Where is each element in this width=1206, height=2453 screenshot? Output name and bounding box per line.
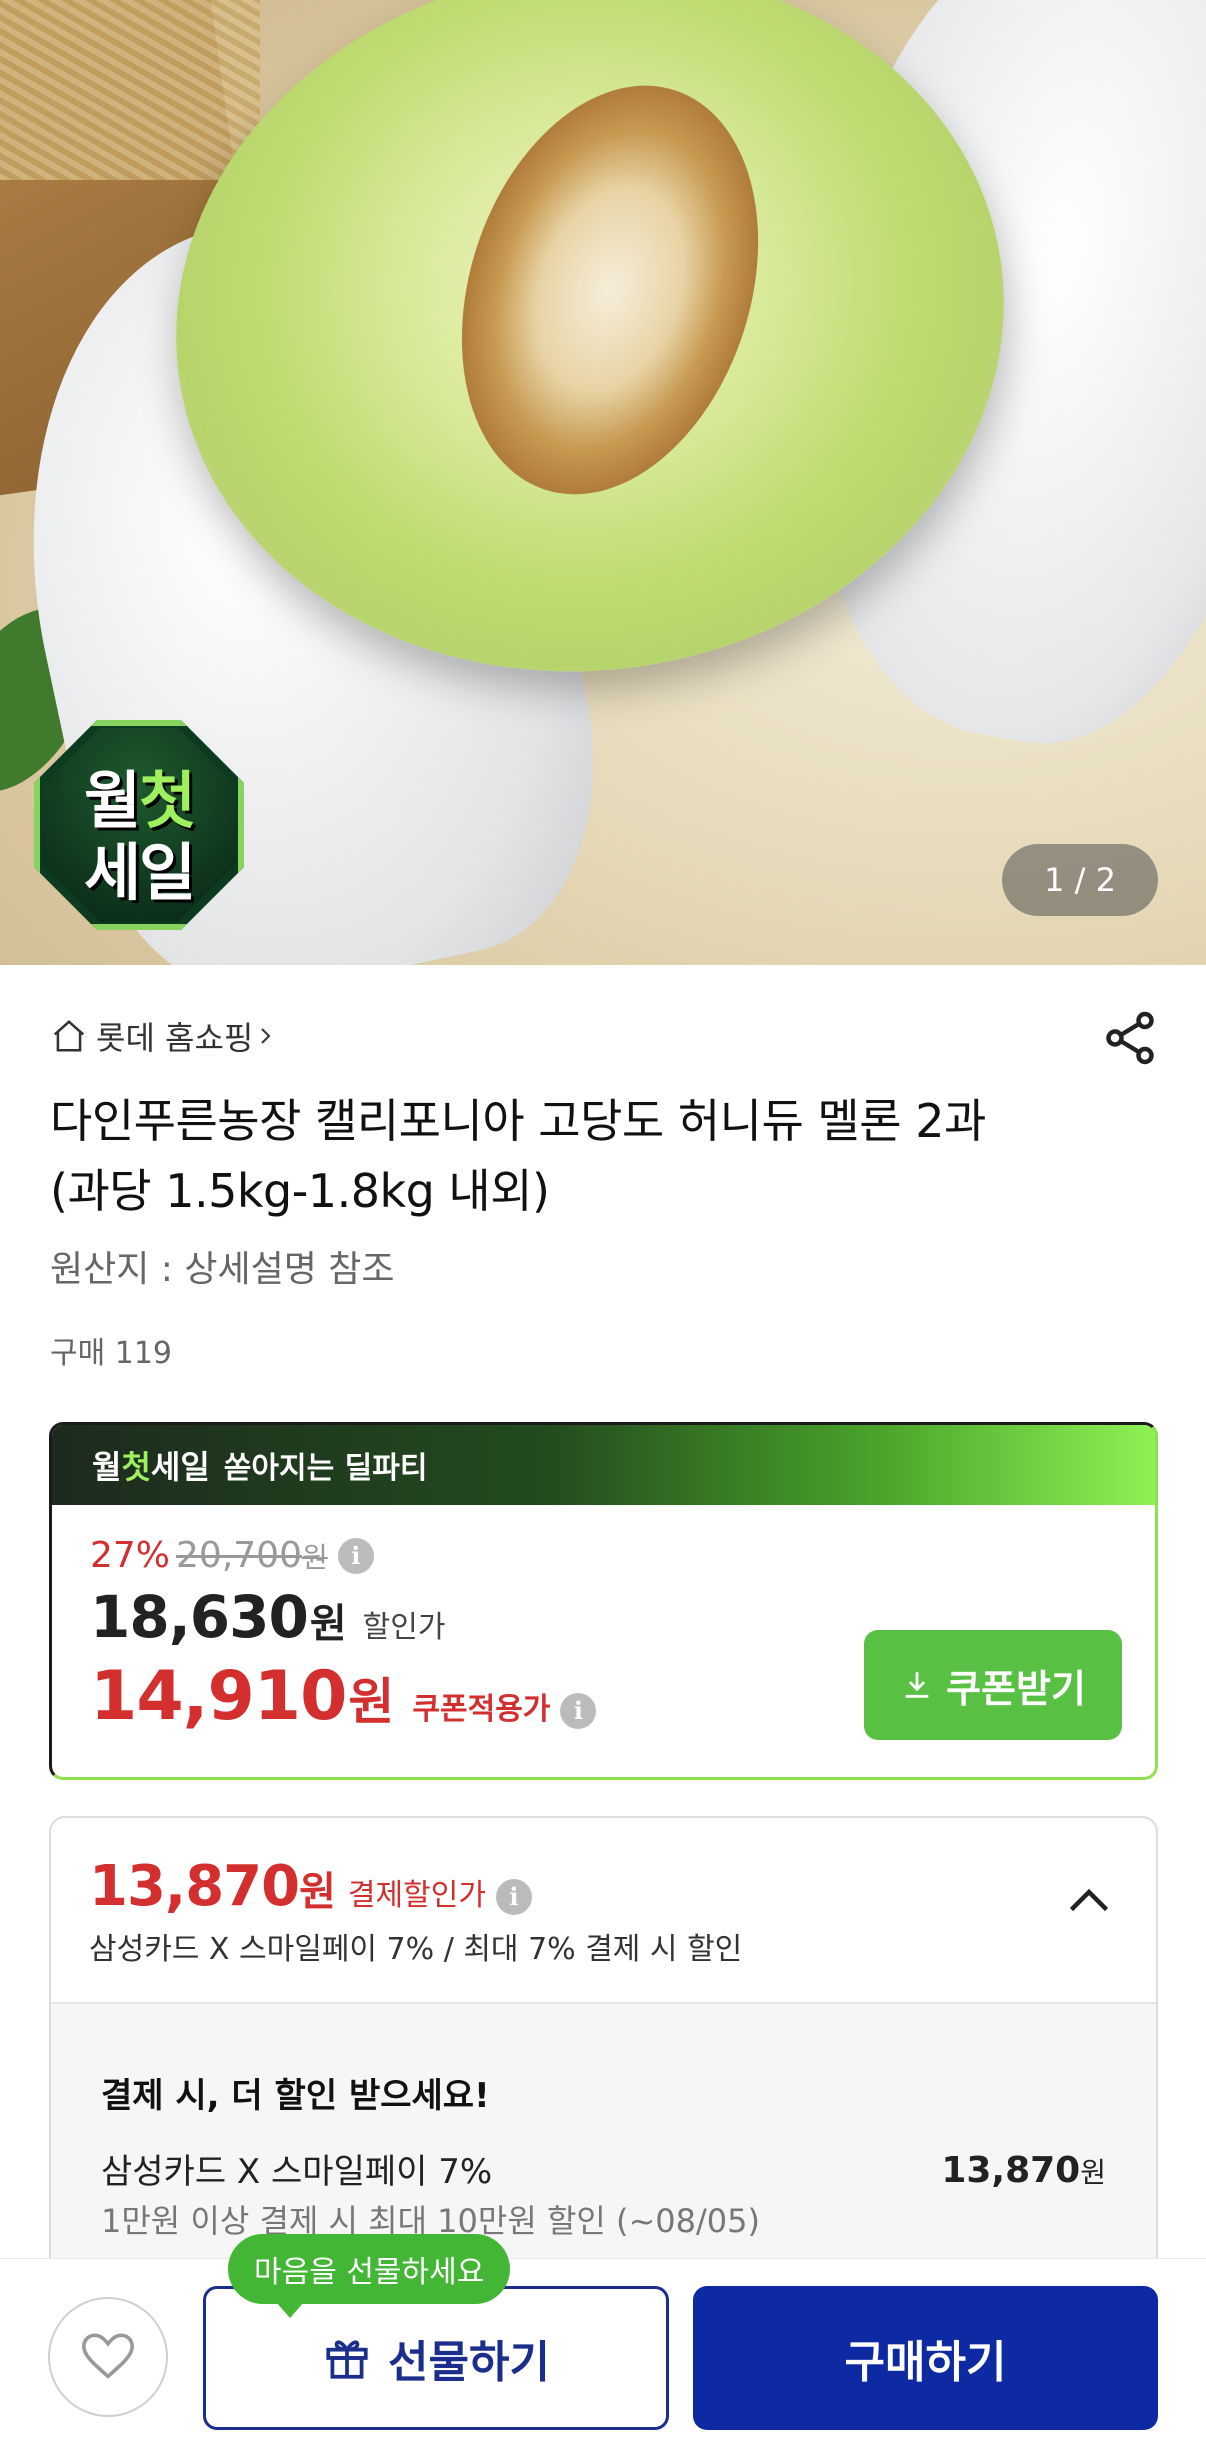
image-pager: 1 / 2 xyxy=(1002,844,1158,916)
info-icon[interactable]: i xyxy=(495,1878,532,1915)
chevron-right-icon xyxy=(261,1028,271,1044)
card-offer-price: 13,870원 xyxy=(941,2150,1106,2191)
purchase-count: 구매 119 xyxy=(50,1336,172,1371)
sale-price-unit: 원 xyxy=(309,1601,347,1647)
wishlist-button[interactable] xyxy=(48,2297,168,2417)
heart-icon xyxy=(82,2333,134,2379)
original-price: 20,700 xyxy=(176,1535,302,1576)
original-price-unit: 원 xyxy=(301,1540,328,1574)
gift-button[interactable]: 선물하기 xyxy=(203,2286,669,2430)
get-coupon-label: 쿠폰받기 xyxy=(946,1666,1086,1711)
gift-tooltip: 마음을 선물하세요 xyxy=(228,2234,511,2318)
monthly-sale-badge: 월첫 세일 xyxy=(34,720,244,930)
payment-discount-heading: 결제 시, 더 할인 받으세요! xyxy=(101,2076,490,2116)
deal-header-word: 세일 xyxy=(150,1448,210,1486)
payment-price-row: 13,870 원 결제할인가 i xyxy=(89,1854,532,1919)
coupon-price-row: 14,910 원 쿠폰적용가 i xyxy=(90,1657,597,1736)
payment-price-unit: 원 xyxy=(299,1869,336,1915)
chevron-up-icon[interactable] xyxy=(1059,1872,1119,1932)
card-offer-name: 삼성카드 X 스마일페이 7% xyxy=(101,2152,493,2192)
deal-box: 월 첫 세일 쏟아지는 딜파티 27% 20,700 원 i 18,630 원 할인… xyxy=(49,1422,1158,1780)
coupon-price: 14,910 xyxy=(90,1657,347,1736)
discount-row: 27% 20,700 원 i xyxy=(90,1535,374,1576)
deal-header-sub: 쏟아지는 딜파티 xyxy=(223,1451,428,1486)
card-offer-price-value: 13,870 xyxy=(941,2150,1081,2191)
deal-header: 월 첫 세일 쏟아지는 딜파티 xyxy=(52,1425,1155,1505)
buy-button-label: 구매하기 xyxy=(844,2337,1007,2388)
discount-percent: 27% xyxy=(90,1535,171,1576)
product-title: 다인푸른농장 캘리포니아 고당도 허니듀 멜론 2과 (과당 1.5kg-1.8… xyxy=(50,1094,986,1218)
deal-header-accent: 첫 xyxy=(121,1448,151,1486)
product-image[interactable]: 월첫 세일 1 / 2 xyxy=(0,0,1206,965)
buy-button[interactable]: 구매하기 xyxy=(693,2286,1158,2430)
info-icon[interactable]: i xyxy=(560,1692,597,1729)
gift-icon xyxy=(326,2340,368,2379)
coupon-price-label: 쿠폰적용가 xyxy=(412,1692,551,1727)
home-icon xyxy=(53,1020,85,1052)
deal-header-char: 월 xyxy=(92,1448,122,1486)
sale-price-label: 할인가 xyxy=(362,1610,446,1645)
product-origin: 원산지 : 상세설명 참조 xyxy=(50,1249,395,1290)
straw-shape xyxy=(0,0,260,180)
store-name: 롯데 홈쇼핑 xyxy=(96,1019,254,1057)
share-icon[interactable] xyxy=(1100,1008,1160,1068)
store-link[interactable]: 롯데 홈쇼핑 xyxy=(50,1010,285,1062)
sale-price: 18,630 xyxy=(90,1583,309,1651)
payment-discount-desc: 삼성카드 X 스마일페이 7% / 최대 7% 결제 시 할인 xyxy=(89,1932,743,1967)
coupon-price-unit: 원 xyxy=(348,1673,395,1731)
payment-price-label: 결제할인가 xyxy=(347,1878,486,1913)
sale-price-row: 18,630 원 할인가 xyxy=(90,1583,445,1651)
badge-line-2: 세일 xyxy=(83,836,196,909)
download-icon xyxy=(905,1672,929,1698)
gift-button-label: 선물하기 xyxy=(388,2337,550,2388)
card-offer-price-unit: 원 xyxy=(1080,2156,1106,2189)
payment-price: 13,870 xyxy=(89,1854,300,1919)
get-coupon-button[interactable]: 쿠폰받기 xyxy=(864,1630,1122,1740)
payment-discount-summary[interactable]: 13,870 원 결제할인가 i 삼성카드 X 스마일페이 7% / 최대 7%… xyxy=(51,1818,1156,2002)
bottom-action-bar: 선물하기 구매하기 xyxy=(0,2258,1206,2453)
info-icon[interactable]: i xyxy=(337,1537,374,1574)
